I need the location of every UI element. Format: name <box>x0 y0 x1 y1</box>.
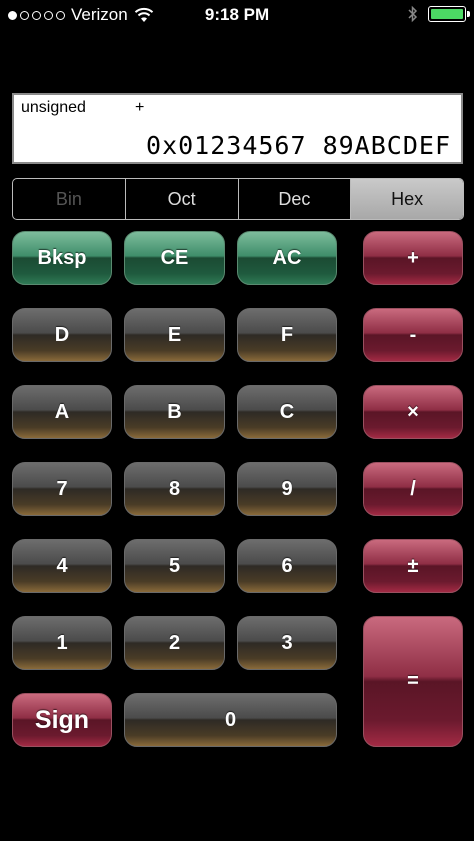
digit-4-button[interactable]: 4 <box>12 539 112 593</box>
base-bin: Bin <box>13 179 126 219</box>
digit-6-button[interactable]: 6 <box>237 539 337 593</box>
equals-button[interactable]: = <box>363 616 463 747</box>
status-bar: Verizon 9:18 PM <box>0 0 474 32</box>
display-value: 0x01234567 89ABCDEF <box>146 131 451 160</box>
minus-button[interactable]: - <box>363 308 463 362</box>
digit-e-button[interactable]: E <box>124 308 225 362</box>
clear-entry-button[interactable]: CE <box>124 231 225 285</box>
backspace-button[interactable]: Bksp <box>12 231 112 285</box>
sign-button[interactable]: Sign <box>12 693 112 747</box>
digit-8-button[interactable]: 8 <box>124 462 225 516</box>
calculator-display: unsigned + 0x01234567 89ABCDEF <box>12 93 463 164</box>
digit-f-button[interactable]: F <box>237 308 337 362</box>
digit-1-button[interactable]: 1 <box>12 616 112 670</box>
digit-0-button[interactable]: 0 <box>124 693 337 747</box>
digit-5-button[interactable]: 5 <box>124 539 225 593</box>
digit-d-button[interactable]: D <box>12 308 112 362</box>
battery-icon <box>428 6 470 22</box>
bluetooth-icon <box>408 5 418 23</box>
plus-button[interactable]: + <box>363 231 463 285</box>
digit-a-button[interactable]: A <box>12 385 112 439</box>
digit-b-button[interactable]: B <box>124 385 225 439</box>
clock: 9:18 PM <box>204 5 270 24</box>
multiply-button[interactable]: × <box>363 385 463 439</box>
digit-7-button[interactable]: 7 <box>12 462 112 516</box>
base-selector: Bin Oct Dec Hex <box>12 178 464 220</box>
digit-2-button[interactable]: 2 <box>124 616 225 670</box>
all-clear-button[interactable]: AC <box>237 231 337 285</box>
negate-button[interactable]: ± <box>363 539 463 593</box>
digit-3-button[interactable]: 3 <box>237 616 337 670</box>
divide-button[interactable]: / <box>363 462 463 516</box>
pending-operator: + <box>135 99 145 116</box>
digit-c-button[interactable]: C <box>237 385 337 439</box>
base-hex[interactable]: Hex <box>351 179 463 219</box>
base-oct[interactable]: Oct <box>126 179 239 219</box>
base-dec[interactable]: Dec <box>239 179 352 219</box>
status-right <box>408 5 470 23</box>
signedness-indicator: unsigned <box>21 99 86 116</box>
digit-9-button[interactable]: 9 <box>237 462 337 516</box>
